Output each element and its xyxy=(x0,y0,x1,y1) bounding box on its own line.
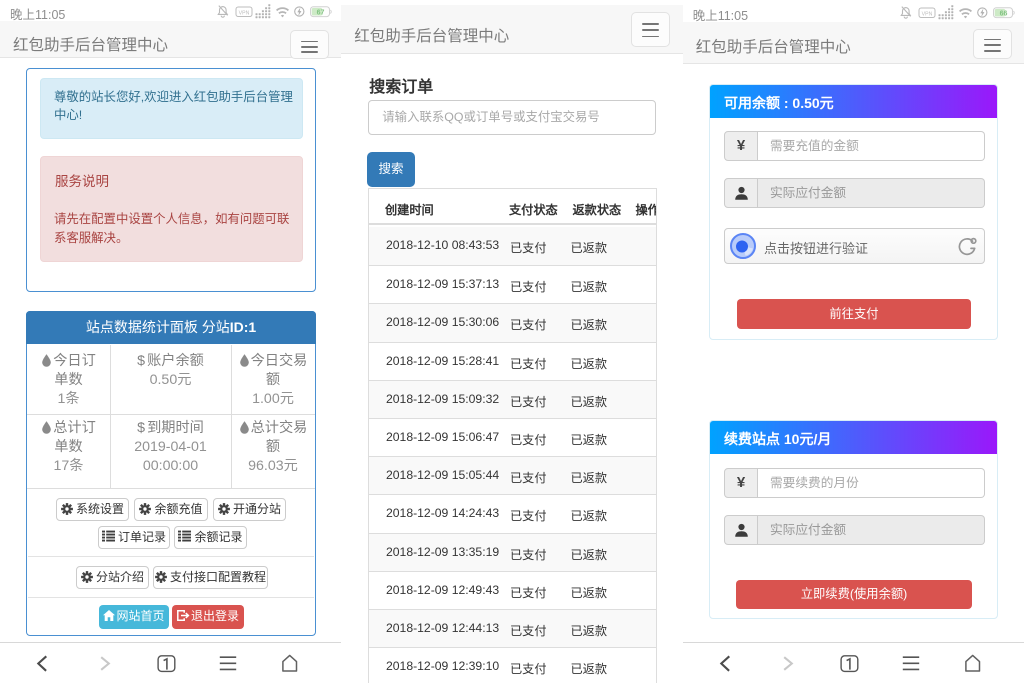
svg-text:66: 66 xyxy=(999,10,1007,17)
svg-text:VPN: VPN xyxy=(239,10,250,16)
svg-text:VPN: VPN xyxy=(921,11,932,17)
svg-text:67: 67 xyxy=(317,9,325,16)
